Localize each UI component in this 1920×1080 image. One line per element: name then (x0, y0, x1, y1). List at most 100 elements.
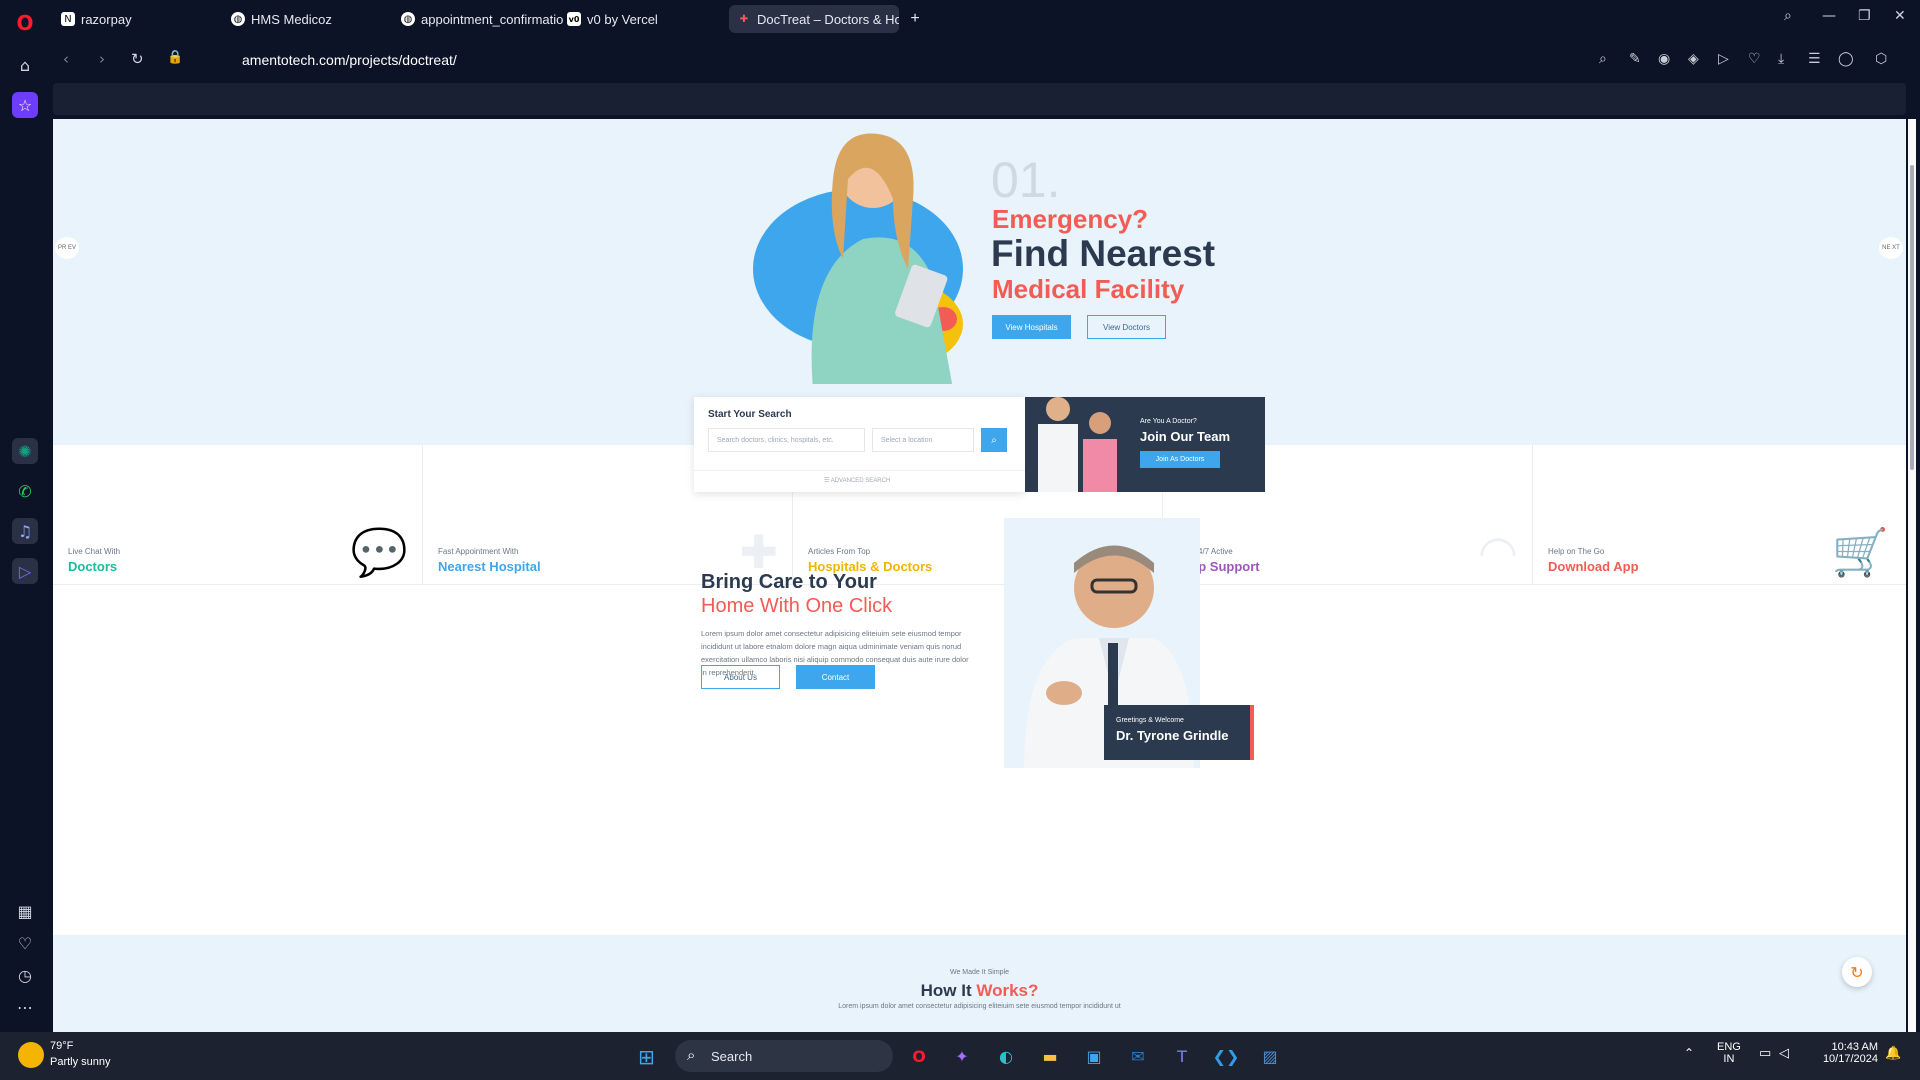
heart-outline-icon[interactable]: ♡ (1748, 51, 1761, 67)
feature-download-app[interactable]: 🛒 Help on The Go Download App (1533, 445, 1903, 585)
join-title: Join Our Team (1140, 429, 1231, 444)
tab-v0-vercel[interactable]: v0 v0 by Vercel (559, 5, 729, 33)
doctreat-icon: ✚ (739, 13, 749, 25)
headset-icon: ◠ (1477, 525, 1518, 579)
chat-widget-icon[interactable]: ↻ (1842, 957, 1872, 987)
workspaces-icon[interactable]: ▦ (12, 898, 38, 924)
weather-icon[interactable] (18, 1042, 44, 1068)
store-icon[interactable]: ▣ (1080, 1042, 1108, 1070)
music-icon[interactable]: ♫ (12, 518, 38, 544)
notion-icon: N (61, 12, 75, 26)
contact-button[interactable]: Contact (796, 665, 875, 689)
opera-logo-icon[interactable]: O (12, 10, 38, 36)
globe-icon: ◍ (231, 12, 245, 26)
search-box: Start Your Search Search doctors, clinic… (694, 397, 1025, 492)
location-select[interactable]: Select a location (872, 428, 974, 452)
tab-search-icon[interactable]: ⌕ (1784, 8, 1792, 24)
hero-line-3: Medical Facility (992, 274, 1185, 304)
search-icon: ⌕ (687, 1046, 696, 1064)
greeting-card: Greetings & Welcome Dr. Tyrone Grindle (1104, 705, 1254, 760)
back-icon[interactable]: ‹ (63, 50, 69, 68)
search-input[interactable]: Search doctors, clinics, hospitals, etc. (708, 428, 865, 452)
doctors-image (1038, 397, 1117, 492)
edit-icon[interactable]: ✎ (1629, 51, 1641, 67)
copilot-icon[interactable]: ✦ (948, 1042, 976, 1070)
next-slide-button[interactable]: NE XT (1879, 237, 1903, 259)
volume-icon[interactable]: ◁ (1779, 1046, 1789, 1061)
app-icon[interactable]: ▨ (1256, 1042, 1284, 1070)
how-it-works-section: We Made It Simple How It Works? Lorem ip… (53, 935, 1906, 1032)
prev-slide-button[interactable]: PR EV (55, 237, 79, 259)
tab-doctreat[interactable]: ✚ DocTreat – Doctors & Hos (729, 5, 899, 33)
chatgpt-icon[interactable]: ✺ (12, 438, 38, 464)
teams-icon[interactable]: T (1168, 1042, 1196, 1070)
tab-hms-medicoz[interactable]: ◍ HMS Medicoz (223, 5, 393, 33)
new-tab-button[interactable]: + (903, 5, 927, 33)
how-subtitle: We Made It Simple (949, 969, 1009, 976)
hero-line-1: Emergency? (992, 204, 1149, 234)
join-team-card: Are You A Doctor? Join Our Team Join As … (1025, 397, 1265, 492)
tab-appointment-confirmation[interactable]: ◍ appointment_confirmation (393, 5, 563, 33)
tab-bar: Nrazorpay ◍ HMS Medicoz ◍ appointment_conf… (49, 0, 1920, 37)
divider (694, 470, 1025, 471)
edge-icon[interactable]: ◐ (992, 1042, 1020, 1070)
play-icon[interactable]: ▷ (1718, 51, 1729, 67)
clock[interactable]: 10:43 AM 10/17/2024 (1814, 1041, 1878, 1065)
tray-chevron-icon[interactable]: ⌃ (1684, 1046, 1694, 1060)
lock-icon: 🔒 (167, 50, 184, 65)
about-heading-2: Home With One Click (701, 595, 893, 617)
close-button[interactable]: ✕ (1894, 8, 1906, 24)
more-icon[interactable]: ⋯ (12, 994, 38, 1020)
menu-icon[interactable]: ☰ (1808, 51, 1821, 67)
search-title: Start Your Search (708, 409, 792, 420)
minimize-button[interactable]: — (1822, 8, 1836, 24)
shield-icon[interactable]: ◈ (1688, 51, 1699, 67)
aria-icon[interactable]: ☆ (12, 92, 38, 118)
language-indicator[interactable]: ENG IN (1717, 1041, 1741, 1065)
bookmarks-bar (53, 83, 1906, 115)
extensions-icon[interactable]: ⬡ (1875, 51, 1887, 67)
windows-start-icon[interactable]: ⊞ (638, 1045, 660, 1069)
view-doctors-button[interactable]: View Doctors (1087, 315, 1166, 339)
restore-button[interactable]: ❐ (1858, 8, 1871, 24)
weather-temp: 79°F (50, 1040, 74, 1052)
whatsapp-icon[interactable]: ✆ (12, 478, 38, 504)
join-question: Are You A Doctor? (1140, 418, 1197, 425)
taskbar-search-label: Search (711, 1049, 753, 1064)
notification-bell-icon[interactable]: 🔔 (1885, 1046, 1901, 1061)
about-heading-1: Bring Care to Your (701, 571, 877, 593)
search-page-icon[interactable]: ⌕ (1599, 51, 1607, 67)
cart-icon: 🛒 (1831, 525, 1889, 579)
heart-icon[interactable]: ♡ (12, 930, 38, 956)
camera-icon[interactable]: ◉ (1658, 51, 1670, 67)
advanced-search-link[interactable]: ☰ ADVANCED SEARCH (824, 477, 890, 484)
home-icon[interactable]: ⌂ (12, 52, 38, 78)
profile-icon[interactable]: ◯ (1838, 51, 1854, 67)
globe-icon: ◍ (401, 12, 415, 26)
network-icon[interactable]: ▭ (1759, 1046, 1771, 1061)
vscode-icon[interactable]: ❮❯ (1212, 1042, 1240, 1070)
file-explorer-icon[interactable]: ▬ (1036, 1042, 1064, 1070)
forward-icon[interactable]: › (99, 50, 105, 68)
hero-woman-image (753, 133, 963, 384)
scrollbar-thumb[interactable] (1910, 165, 1914, 470)
taskbar-search[interactable]: ⌕ Search (675, 1040, 893, 1072)
history-icon[interactable]: ◷ (12, 962, 38, 988)
weather-desc: Partly sunny (50, 1056, 111, 1068)
address-bar: ‹ › ↻ 🔒 amentotech.com/projects/doctreat… (49, 41, 1920, 79)
url-text[interactable]: amentotech.com/projects/doctreat/ (242, 52, 457, 68)
greeting-text: Greetings & Welcome (1116, 717, 1184, 724)
download-icon[interactable]: ⤓ (1778, 51, 1784, 67)
outlook-icon[interactable]: ✉ (1124, 1042, 1152, 1070)
tab-razorpay[interactable]: Nrazorpay (53, 5, 223, 33)
hero-line-2: Find Nearest (991, 233, 1216, 274)
how-title: How It Works? (920, 981, 1039, 1000)
about-us-button[interactable]: About Us (701, 665, 780, 689)
player-icon[interactable]: ▷ (12, 558, 38, 584)
opera-taskbar-icon[interactable]: O (905, 1042, 933, 1070)
search-button[interactable]: ⌕ (981, 428, 1007, 452)
join-as-doctors-button[interactable]: Join As Doctors (1140, 451, 1220, 468)
reload-icon[interactable]: ↻ (131, 50, 144, 68)
feature-doctors[interactable]: 💬 Live Chat With Doctors (53, 445, 423, 585)
view-hospitals-button[interactable]: View Hospitals (992, 315, 1071, 339)
